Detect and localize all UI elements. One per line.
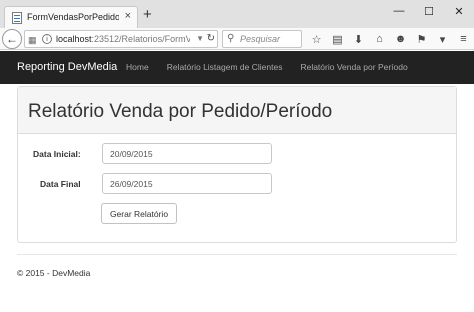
close-window-button[interactable]: ✕ [444, 0, 474, 22]
menu-icon[interactable]: ≡ [453, 33, 474, 45]
download-icon[interactable]: ⬇ [348, 33, 369, 46]
bookmark-star-icon[interactable]: ☆ [306, 33, 327, 46]
dropdown-arrow-icon[interactable]: ▼ [196, 34, 204, 43]
nav-link-home[interactable]: Home [126, 62, 149, 72]
data-final-field[interactable]: 26/09/2015 [102, 173, 272, 194]
url-bar[interactable]: ▦ i localhost:23512/Relatorios/FormVend … [24, 30, 218, 48]
search-bar[interactable]: ⚲ Pesquisar [222, 30, 302, 48]
page-title: Relatório Venda por Pedido/Período [28, 101, 333, 122]
new-tab-button[interactable]: + [143, 7, 152, 22]
navigation-toolbar: ← ▦ i localhost:23512/Relatorios/FormVen… [0, 28, 474, 50]
home-icon[interactable]: ⌂ [369, 33, 390, 45]
reading-list-icon[interactable]: ▤ [327, 33, 348, 46]
nav-links: Home Relatório Listagem de Clientes Rela… [126, 62, 426, 72]
emoji-icon[interactable]: ☻ [390, 33, 411, 45]
site-navbar: Reporting DevMedia Home Relatório Listag… [0, 51, 474, 84]
url-host: localhost [56, 34, 92, 44]
browser-tab[interactable]: FormVendasPorPedido - ... × [4, 6, 138, 28]
data-final-label: Data Final [40, 179, 81, 189]
extension-icon[interactable]: ⚑ [411, 33, 432, 46]
title-bar: FormVendasPorPedido - ... × + — ☐ ✕ [0, 0, 474, 28]
footer-text: © 2015 - DevMedia [17, 268, 91, 278]
dropdown-icon[interactable]: ▾ [432, 33, 453, 46]
reload-icon[interactable]: ↻ [207, 33, 215, 44]
footer-divider [17, 254, 457, 255]
search-input[interactable]: Pesquisar [240, 34, 280, 44]
back-arrow-icon[interactable]: ← [2, 29, 22, 49]
maximize-button[interactable]: ☐ [414, 0, 444, 22]
window-controls: — ☐ ✕ [384, 0, 474, 22]
search-icon: ⚲ [227, 33, 235, 44]
grid-icon: ▦ [28, 35, 37, 45]
tab-title: FormVendasPorPedido - ... [27, 12, 119, 22]
gerar-relatorio-button[interactable]: Gerar Relatório [101, 203, 177, 224]
minimize-button[interactable]: — [384, 0, 414, 22]
report-panel: Relatório Venda por Pedido/Período Data … [17, 86, 457, 243]
url-text[interactable]: localhost:23512/Relatorios/FormVend [56, 34, 190, 44]
tab-close-icon[interactable]: × [125, 10, 131, 22]
info-icon[interactable]: i [42, 34, 52, 44]
toolbar-icons: ☆ ▤ ⬇ ⌂ ☻ ⚑ ▾ ≡ [306, 30, 474, 48]
panel-heading: Relatório Venda por Pedido/Período [18, 87, 456, 134]
url-path: :23512/Relatorios/FormVend [91, 34, 190, 44]
browser-window: FormVendasPorPedido - ... × + — ☐ ✕ ← ▦ … [0, 0, 474, 312]
page-icon [12, 12, 22, 24]
data-inicial-field[interactable]: 20/09/2015 [102, 143, 272, 164]
navbar-brand[interactable]: Reporting DevMedia [17, 61, 117, 73]
data-inicial-label: Data Inicial: [33, 149, 81, 159]
nav-link-venda-periodo[interactable]: Relatório Venda por Período [300, 62, 407, 72]
nav-link-listagem-clientes[interactable]: Relatório Listagem de Clientes [167, 62, 283, 72]
